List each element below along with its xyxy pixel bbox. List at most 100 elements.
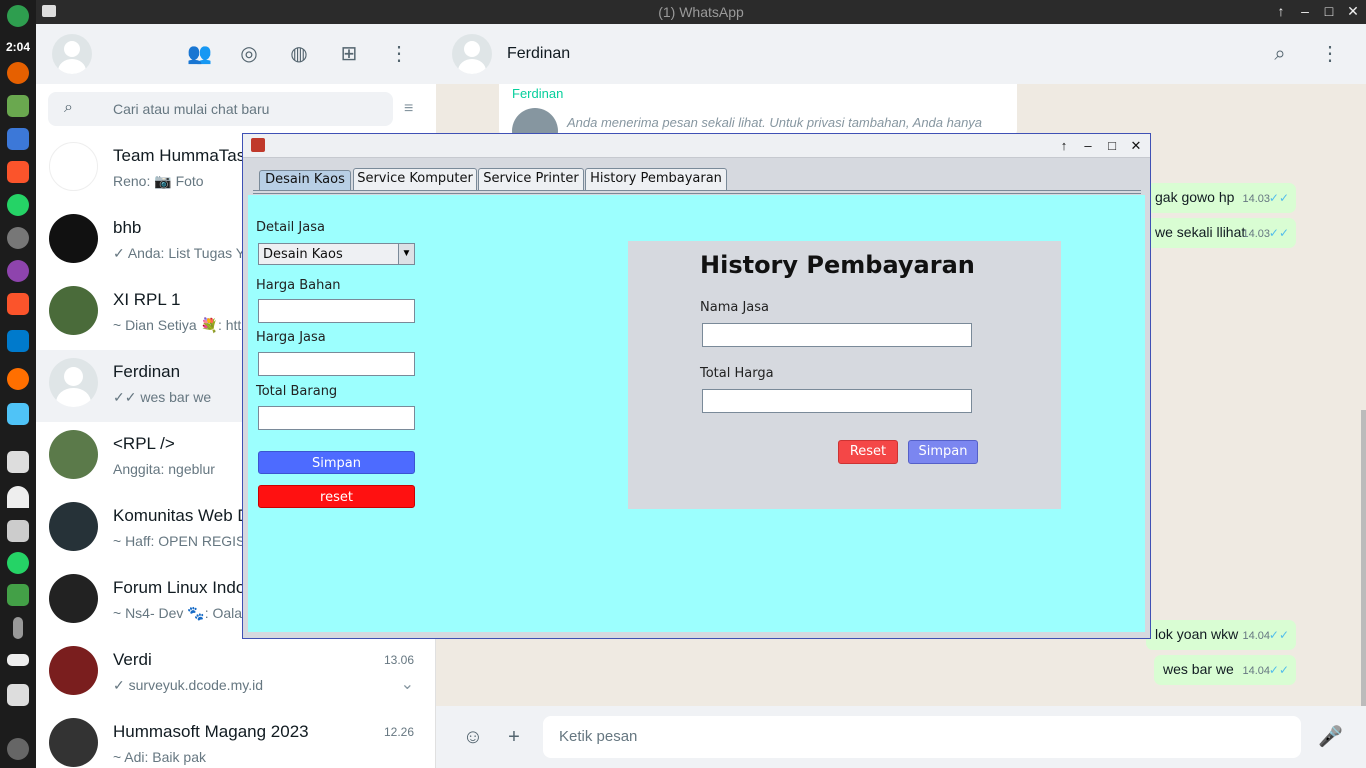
message-text: gak gowo hp [1155, 189, 1235, 205]
double-check-icon: ✓✓ [1268, 191, 1289, 205]
total-harga-label: Total Harga [700, 366, 774, 381]
eject-icon[interactable] [7, 654, 29, 666]
history-simpan-button[interactable]: Simpan [908, 440, 978, 464]
contact-name[interactable]: Ferdinan [507, 45, 570, 63]
github-icon[interactable] [7, 260, 29, 282]
tab-service-printer[interactable]: Service Printer [478, 168, 584, 190]
tab-desain-kaos[interactable]: Desain Kaos [259, 170, 351, 190]
keep-above-icon[interactable]: ↑ [1056, 138, 1072, 154]
filter-icon[interactable]: ≡ [404, 100, 413, 118]
attachment-icon[interactable] [7, 520, 29, 542]
tab-history-pembayaran[interactable]: History Pembayaran [585, 168, 727, 190]
quoted-text: Anda menerima pesan sekali lihat. Untuk … [567, 115, 983, 130]
my-avatar[interactable] [52, 34, 92, 74]
chat-name: <RPL /> [113, 434, 175, 453]
java-app-icon [251, 138, 265, 152]
chat-item[interactable]: Hummasoft Magang 2023 ~ Adi: Baik pak 12… [36, 710, 436, 768]
window-titlebar: (1) WhatsApp ↑ – □ ✕ [36, 0, 1366, 24]
minimize-icon[interactable]: – [1296, 3, 1314, 19]
brave-icon[interactable] [7, 161, 29, 183]
history-reset-button[interactable]: Reset [838, 440, 898, 464]
cube-app-icon[interactable] [7, 403, 29, 425]
tab-content-desain-kaos: Detail Jasa Desain Kaos ▼ Harga Bahan Ha… [248, 195, 1145, 632]
message-placeholder: Ketik pesan [559, 728, 638, 745]
contact-avatar[interactable] [452, 34, 492, 74]
composer: ☺ + Ketik pesan 🎤 [436, 706, 1366, 768]
system-clock: 2:04 [5, 40, 31, 54]
app-menu-icon[interactable] [7, 5, 29, 27]
attach-plus-icon[interactable]: + [502, 725, 526, 749]
postman-icon[interactable] [7, 368, 29, 390]
clipboard-icon[interactable] [7, 684, 29, 706]
channels-icon[interactable]: ◍ [287, 42, 311, 66]
status-icon[interactable]: ◎ [237, 42, 261, 66]
chevron-down-icon[interactable]: ⌄ [401, 674, 414, 694]
search-input[interactable]: ⌕ Cari atau mulai chat baru [48, 92, 393, 126]
tab-divider [253, 190, 1141, 194]
detail-jasa-select[interactable]: Desain Kaos ▼ [258, 243, 415, 265]
chat-last-message: ~ Haff: OPEN REGIS [113, 533, 246, 549]
chat-last-message: ✓✓ wes bar we [113, 389, 212, 405]
scrollbar[interactable] [1361, 410, 1366, 706]
nama-jasa-field[interactable] [702, 323, 972, 347]
microphone-icon[interactable]: 🎤 [1318, 725, 1343, 749]
dropdown-arrow-icon[interactable]: ▼ [398, 244, 414, 264]
activity-icon[interactable] [7, 738, 29, 760]
audio-icon[interactable] [7, 451, 29, 473]
message-time: 14.04 [1242, 630, 1270, 642]
box-icon[interactable] [7, 584, 29, 606]
communities-icon[interactable]: 👥 [187, 42, 212, 66]
harga-bahan-field[interactable] [258, 299, 415, 323]
close-icon[interactable]: ✕ [1344, 3, 1362, 20]
harga-jasa-field[interactable] [258, 352, 415, 376]
double-check-icon: ✓✓ [1268, 628, 1289, 642]
total-barang-field[interactable] [258, 406, 415, 430]
chat-last-message: ✓ surveyuk.dcode.my.id [113, 677, 263, 693]
tab-service-komputer[interactable]: Service Komputer [353, 168, 477, 190]
message-time: 14.03 [1242, 193, 1270, 205]
chat-avatar [49, 214, 98, 263]
detail-jasa-value: Desain Kaos [263, 247, 343, 262]
files-icon[interactable] [7, 95, 29, 117]
bluetooth-icon[interactable] [13, 617, 23, 639]
maximize-icon[interactable]: □ [1320, 3, 1338, 19]
message-text: we sekali llihat [1155, 224, 1246, 240]
keep-above-icon[interactable]: ↑ [1272, 3, 1290, 19]
harga-bahan-label: Harga Bahan [256, 278, 341, 293]
chat-avatar [49, 718, 98, 767]
brave-browser-icon[interactable] [7, 293, 29, 315]
reset-button[interactable]: reset [258, 485, 415, 508]
chat-name: Hummasoft Magang 2023 [113, 722, 309, 741]
menu-icon[interactable]: ⋮ [1318, 42, 1342, 66]
settings-icon[interactable] [7, 227, 29, 249]
message-text: wes bar we [1163, 661, 1234, 677]
emoji-icon[interactable]: ☺ [461, 725, 485, 749]
chat-name: XI RPL 1 [113, 290, 181, 309]
whatsapp-tray-icon[interactable] [7, 552, 29, 574]
wifi-icon[interactable] [7, 486, 29, 508]
package-icon[interactable] [7, 128, 29, 150]
chat-item[interactable]: Verdi ✓ surveyuk.dcode.my.id 13.06 ⌄ [36, 638, 436, 710]
double-check-icon: ✓✓ [1268, 226, 1289, 240]
chat-last-message: Anggita: ngeblur [113, 461, 215, 477]
message-text: lok yoan wkw [1155, 626, 1239, 642]
close-icon[interactable]: ✕ [1128, 138, 1144, 154]
chat-avatar [49, 358, 98, 407]
whatsapp-icon[interactable] [7, 194, 29, 216]
view-once-message: Ferdinan Anda menerima pesan sekali liha… [499, 84, 1017, 154]
search-icon[interactable]: ⌕ [1268, 42, 1292, 66]
vscode-icon[interactable] [7, 330, 29, 352]
minimize-icon[interactable]: – [1080, 138, 1096, 154]
total-harga-field[interactable] [702, 389, 972, 413]
history-panel: History Pembayaran Nama Jasa Total Harga… [628, 241, 1061, 509]
simpan-button[interactable]: Simpan [258, 451, 415, 474]
maximize-icon[interactable]: □ [1104, 138, 1120, 154]
message-input[interactable]: Ketik pesan [543, 716, 1301, 758]
quoted-sender: Ferdinan [512, 86, 564, 101]
sidebar-header: 👥 ◎ ◍ ⊞ ⋮ [36, 24, 436, 84]
new-chat-icon[interactable]: ⊞ [337, 42, 361, 66]
menu-icon[interactable]: ⋮ [387, 42, 411, 66]
chat-last-message: Reno: 📷 Foto [113, 173, 204, 189]
chat-avatar [49, 646, 98, 695]
firefox-icon[interactable] [7, 62, 29, 84]
